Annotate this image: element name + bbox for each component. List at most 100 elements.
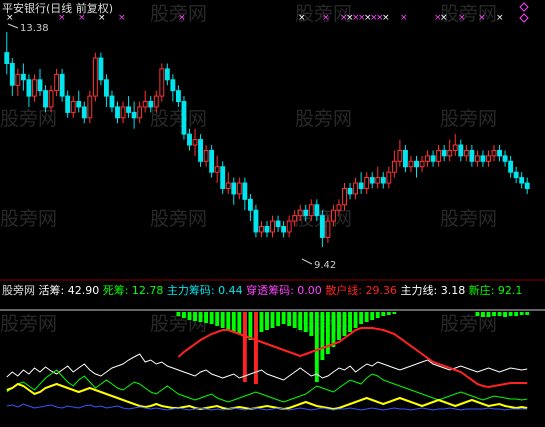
candle-body	[20, 73, 26, 81]
candle-body	[164, 68, 170, 81]
candle-body	[380, 177, 386, 184]
indicator-bar	[198, 312, 203, 322]
legend-item: 散户线: 29.36	[325, 283, 400, 297]
watermark: 股旁网	[0, 108, 57, 130]
candle-body	[491, 149, 497, 157]
indicator-bar	[253, 312, 258, 384]
candle-body	[209, 149, 215, 173]
marker-x-icon: ×	[496, 13, 504, 23]
candle-body	[54, 73, 60, 92]
candle-body	[253, 209, 259, 233]
candle-body	[48, 90, 54, 108]
legend-prefix: 股旁网	[2, 283, 39, 297]
indicator-bar	[348, 312, 352, 332]
candle-body	[469, 149, 475, 162]
candle-body	[474, 155, 480, 162]
candle-body	[458, 144, 464, 157]
indicator-bar	[364, 312, 369, 322]
candle-body	[397, 149, 403, 162]
indicator-bar	[270, 312, 275, 328]
watermark: 股旁网	[440, 3, 497, 25]
candle-body	[65, 95, 71, 113]
candle-body	[137, 106, 143, 119]
candle-body	[59, 73, 65, 97]
candle-body	[231, 182, 237, 195]
marker-x-icon: ×	[440, 13, 448, 23]
candle-body	[192, 139, 198, 146]
candle-body	[275, 220, 281, 228]
indicator-bar	[503, 312, 508, 317]
legend-item: 死筹: 12.78	[103, 283, 167, 297]
indicator-bar	[226, 312, 231, 330]
candle-body	[425, 155, 431, 162]
indicator-bar	[220, 312, 225, 328]
indicator-bar	[204, 312, 209, 323]
watermark: 股旁网	[150, 108, 207, 130]
candle-body	[331, 209, 336, 222]
indicator-bar	[309, 312, 314, 336]
indicator-bar	[519, 312, 524, 315]
indicator-bar	[375, 312, 380, 318]
candle-body	[181, 101, 187, 135]
candle-body	[142, 101, 148, 108]
candle-body	[26, 79, 32, 97]
watermark: 股旁网	[150, 313, 207, 335]
candle-body	[225, 182, 231, 189]
indicator-bar	[209, 312, 214, 324]
candle-body	[170, 79, 176, 92]
candle-body	[242, 182, 248, 200]
candle-body	[480, 155, 486, 162]
indicator-bar	[370, 312, 375, 320]
indicator-bar	[508, 312, 513, 316]
candle-body	[98, 57, 104, 81]
marker-x-icon: ×	[382, 13, 390, 23]
indicator-bar	[386, 312, 391, 315]
indicator-bar	[182, 312, 186, 318]
indicator-bar	[193, 312, 197, 321]
legend-item: 主力筹码: 0.44	[167, 283, 246, 297]
candle-body	[9, 62, 15, 86]
legend-item: 活筹: 42.90	[39, 283, 103, 297]
candle-body	[32, 79, 37, 97]
indicator-bar	[331, 312, 336, 347]
indicator-bar	[392, 312, 397, 314]
high-marker: 13.38	[7, 23, 49, 34]
candle-body	[303, 209, 309, 217]
indicator-bar	[342, 312, 347, 336]
candle-body	[126, 106, 132, 113]
candle-body	[286, 220, 292, 233]
candle-body	[153, 95, 159, 108]
candle-body	[220, 166, 226, 189]
marker-x-icon: ×	[322, 13, 330, 23]
candle-body	[159, 68, 165, 97]
marker-x-icon: ×	[400, 13, 408, 23]
candle-body	[43, 90, 48, 108]
candle-body	[247, 198, 253, 211]
indicator-bar	[276, 312, 281, 326]
candle-body	[364, 177, 370, 189]
candle-body	[447, 149, 453, 157]
diamond-icon	[519, 2, 529, 12]
candle-body	[103, 79, 109, 97]
indicator-line	[177, 327, 528, 389]
candle-body	[92, 57, 98, 97]
candle-body	[402, 149, 408, 168]
indicator-line	[6, 369, 528, 403]
candle-body	[203, 149, 209, 162]
stock-chart: 股旁网 股旁网 股旁网 股旁网 股旁网 股旁网 股旁网 股旁网 股旁网 股旁网 …	[0, 1, 545, 411]
candle-body	[358, 182, 364, 189]
candle-body	[497, 149, 502, 157]
candle-body	[386, 171, 392, 184]
marker-x-icon: ×	[458, 13, 466, 23]
indicator-bar	[303, 312, 308, 332]
svg-text:股旁网 活筹: 42.90 死筹: 12.78 主力筹码: 股旁网 活筹: 42.90 死筹: 12.78 主力筹码: 0.44 穿透筹码:…	[2, 283, 522, 297]
marker-x-icon: ×	[118, 13, 126, 23]
candle-body	[463, 149, 469, 157]
candle-body	[319, 215, 325, 238]
watermark: 股旁网	[295, 108, 352, 130]
indicator-bar	[353, 312, 358, 328]
candle-body	[508, 160, 514, 173]
indicator-legend: 股旁网 活筹: 42.90 死筹: 12.78 主力筹码: 0.44 穿透筹码:…	[2, 283, 522, 297]
indicator-bar	[265, 312, 269, 330]
marker-x-icon: ×	[298, 13, 306, 23]
